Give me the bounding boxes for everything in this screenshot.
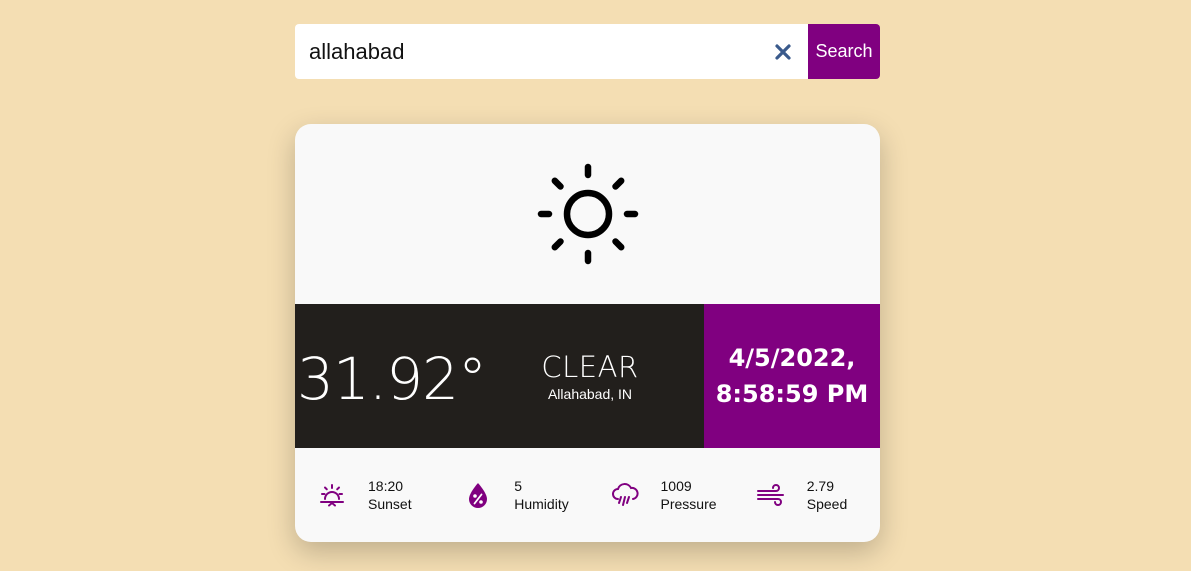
sunset-label: Sunset [368,496,412,512]
temperature-value: 31.92° [297,345,487,413]
stat-pressure: 1009 Pressure [588,448,734,542]
pressure-value: 1009 [660,478,692,494]
wind-icon [756,480,786,510]
humidity-icon [463,480,493,510]
date-value: 4/5/2022, [728,344,856,372]
stat-sunset: 18:20 Sunset [295,448,441,542]
weather-main-row: 31.92° CLEAR Allahabad, IN 4/5/2022, 8:5… [295,304,880,448]
time-value: 8:58:59 PM [715,380,869,408]
close-icon [775,43,791,60]
humidity-value: 5 [514,478,523,494]
condition-block: CLEAR Allahabad, IN [505,350,675,404]
wind-speed-value: 2.79 [806,478,834,494]
search-input[interactable] [295,24,758,79]
temperature-panel: 31.92° CLEAR Allahabad, IN [295,304,704,448]
humidity-label: Humidity [514,496,569,512]
weather-icon-area [295,124,880,304]
wind-speed-label: Speed [806,496,848,512]
datetime-panel: 4/5/2022, 8:58:59 PM [704,304,880,448]
pressure-label: Pressure [660,496,717,512]
weather-condition: CLEAR [541,350,639,384]
sunset-value: 18:20 [368,478,404,494]
search-button[interactable]: Search [808,24,880,79]
clear-search-button[interactable] [758,24,808,79]
sun-icon [537,163,638,265]
stats-row: 18:20 Sunset 5 Humidity 1009 Pressure 2.… [295,448,880,542]
pressure-icon [610,480,640,510]
weather-card: 31.92° CLEAR Allahabad, IN 4/5/2022, 8:5… [295,124,880,542]
location-label: Allahabad, IN [547,386,633,402]
search-bar: Search [295,24,880,79]
stat-wind: 2.79 Speed [734,448,880,542]
sunset-icon [317,480,347,510]
stat-humidity: 5 Humidity [441,448,587,542]
